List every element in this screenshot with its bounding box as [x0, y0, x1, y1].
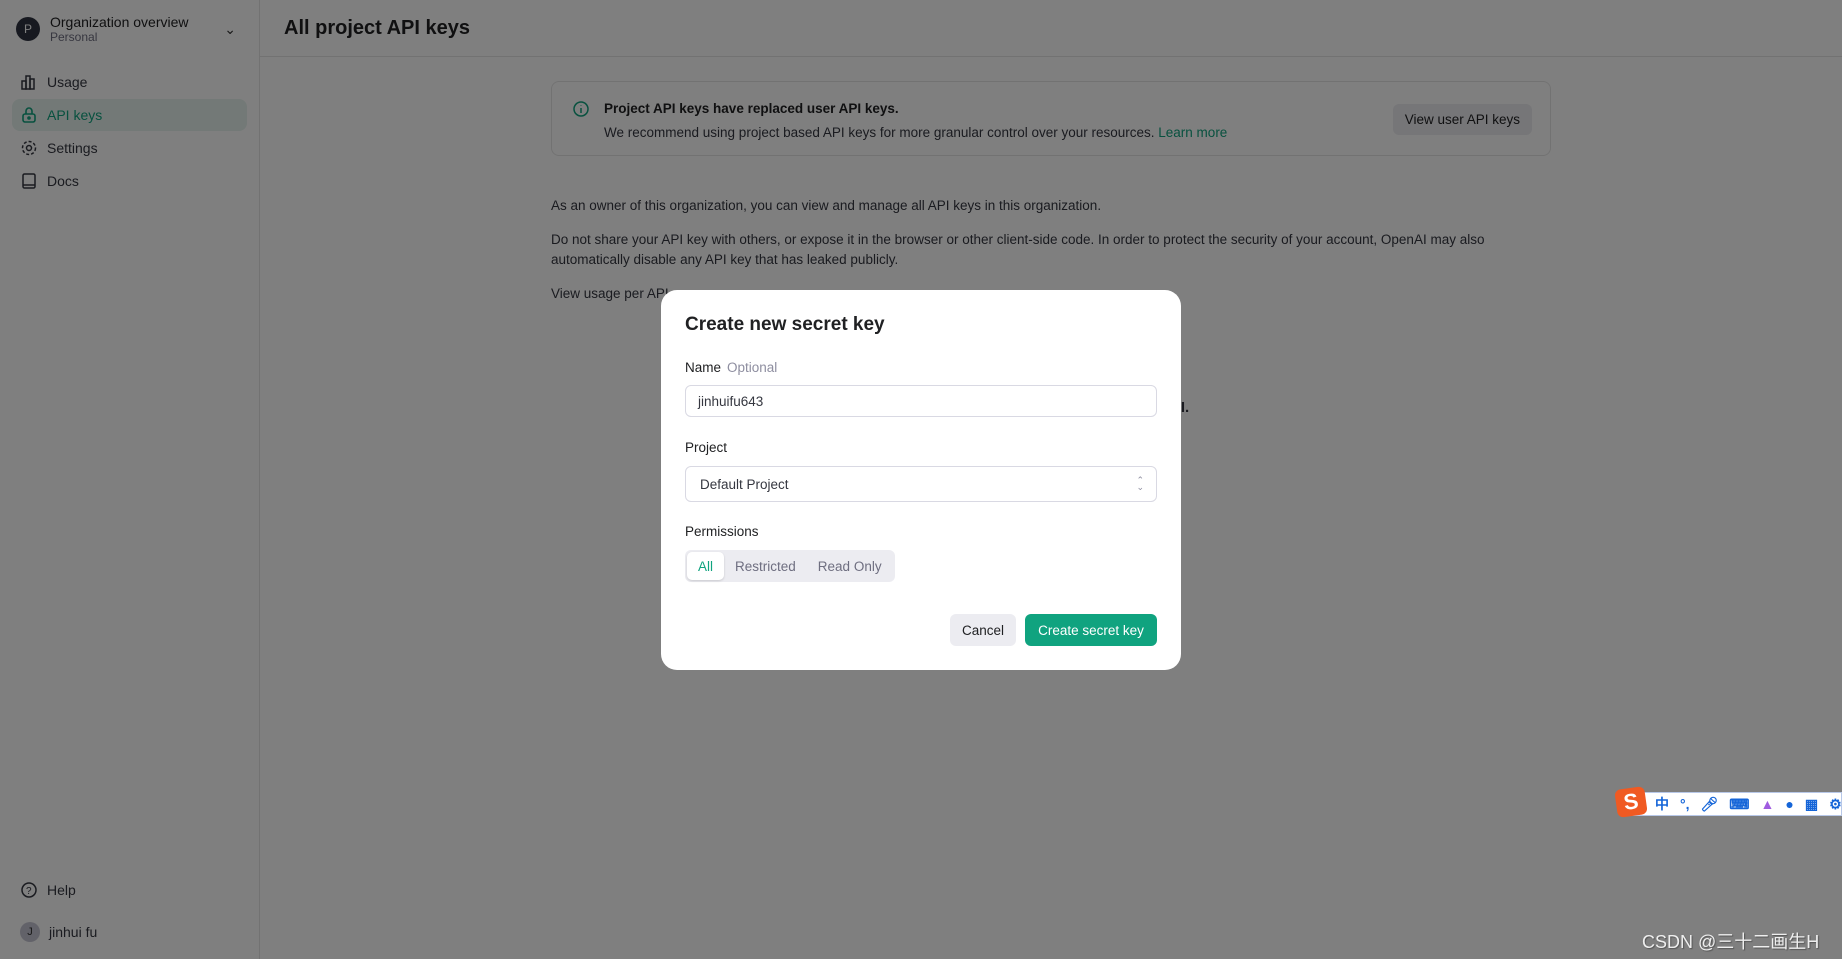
shirt-icon[interactable]: ▲	[1761, 796, 1775, 812]
microphone-icon[interactable]: 🎤︎	[1701, 796, 1719, 813]
project-select[interactable]: Default Project ⌃ ⌄	[685, 466, 1157, 502]
create-secret-key-button[interactable]: Create secret key	[1025, 614, 1157, 646]
dialog-title: Create new secret key	[685, 314, 885, 335]
name-input-value: jinhuifu643	[698, 393, 764, 409]
settings-icon[interactable]: ⚙	[1829, 796, 1842, 813]
name-label: Name	[685, 360, 722, 375]
create-secret-key-dialog: Create new secret key Name Optional jinhu…	[661, 290, 1181, 670]
gamepad-icon[interactable]: ●	[1785, 796, 1793, 812]
keyboard-icon[interactable]: ⌨	[1729, 796, 1749, 813]
cancel-button[interactable]: Cancel	[950, 614, 1017, 646]
ime-mode[interactable]: 中	[1655, 794, 1669, 814]
ime-toolbar: 中 °, 🎤︎ ⌨ ▲ ● ▦ ⚙	[1620, 792, 1842, 816]
optional-hint: Optional	[727, 360, 778, 375]
chevron-up-down-icon: ⌃ ⌄	[1136, 475, 1144, 492]
name-input[interactable]: jinhuifu643	[685, 385, 1157, 417]
ime-logo[interactable]: S	[1614, 786, 1648, 818]
permission-read-only[interactable]: Read Only	[807, 552, 893, 580]
permission-restricted[interactable]: Restricted	[724, 552, 807, 580]
project-select-value: Default Project	[700, 476, 789, 492]
project-label: Project	[685, 440, 728, 455]
permission-all[interactable]: All	[687, 552, 725, 580]
watermark: CSDN @三十二画生H	[1642, 932, 1820, 952]
ime-punctuation[interactable]: °,	[1680, 796, 1690, 812]
permissions-label: Permissions	[685, 524, 759, 539]
grid-icon[interactable]: ▦	[1805, 796, 1818, 813]
permissions-toggle: All Restricted Read Only	[685, 550, 895, 582]
